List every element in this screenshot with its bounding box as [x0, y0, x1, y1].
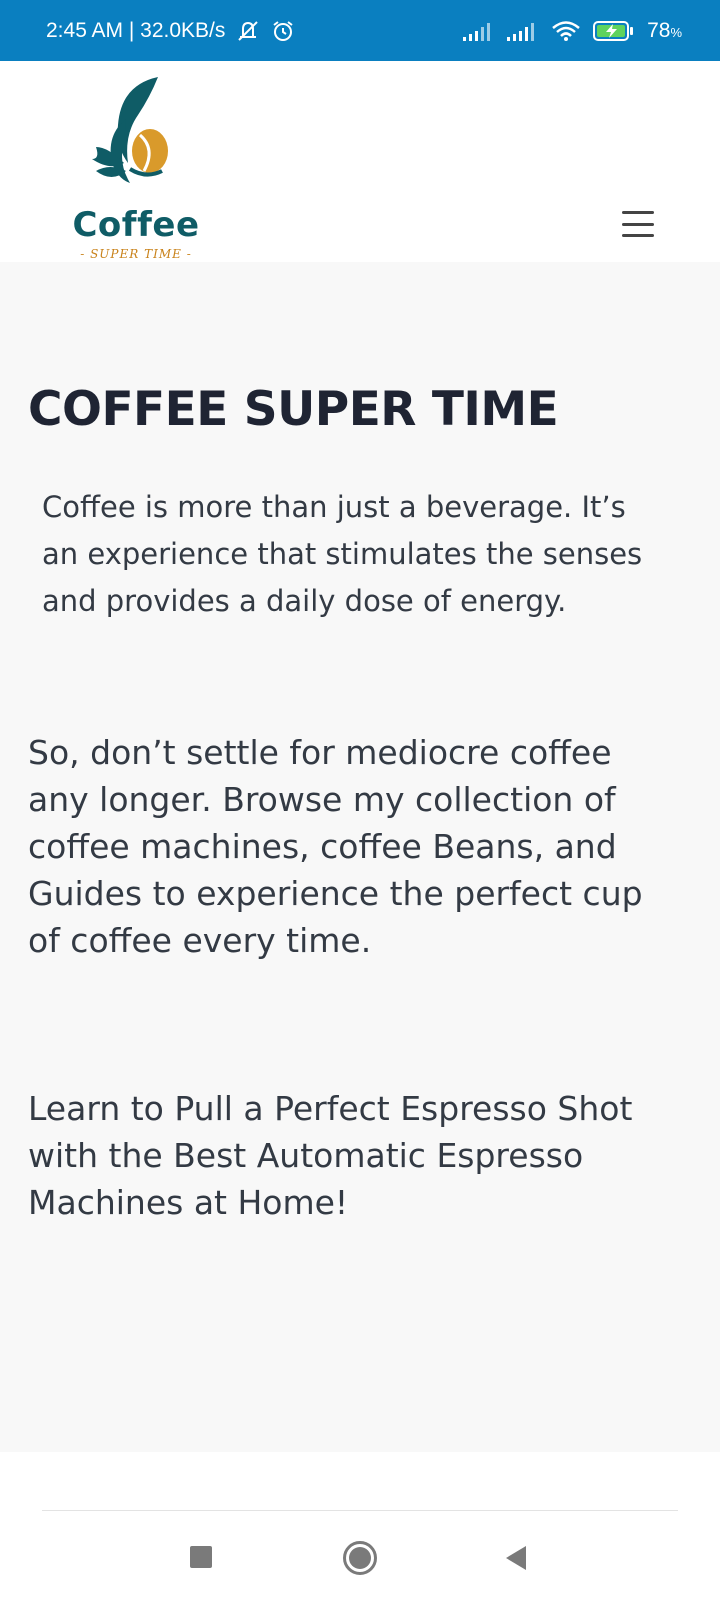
recents-icon[interactable] — [190, 1546, 212, 1568]
battery-unit: % — [670, 24, 682, 40]
intro-text: Coffee is more than just a beverage. It’… — [42, 490, 643, 618]
status-right: 78% — [463, 19, 682, 43]
body-paragraph: Learn to Pull a Perfect Espresso Shot wi… — [28, 1089, 633, 1222]
signal-icon — [507, 21, 539, 41]
back-icon[interactable] — [506, 1546, 526, 1570]
battery-percent: 78 — [647, 18, 671, 42]
divider — [42, 1510, 678, 1511]
status-left: 2:45 AM | 32.0KB/s — [46, 19, 295, 43]
menu-line — [622, 234, 654, 237]
main-content: COFFEE SUPER TIME Coffee is more than ju… — [0, 262, 720, 1452]
hamburger-menu-icon[interactable] — [616, 207, 660, 241]
wifi-icon — [551, 20, 581, 42]
body-paragraph: So, don’t settle for mediocre coffee any… — [28, 733, 643, 960]
coffee-leaf-logo-icon — [92, 77, 168, 183]
home-icon[interactable] — [343, 1541, 377, 1575]
page-title: COFFEE SUPER TIME — [28, 382, 559, 437]
alarm-icon — [271, 19, 295, 43]
site-header: Coffee - SUPER TIME - — [0, 61, 720, 262]
battery-charging-icon — [593, 20, 635, 42]
logo-tagline: - SUPER TIME - — [80, 247, 192, 261]
site-logo[interactable]: Coffee - SUPER TIME - — [66, 75, 206, 261]
status-bar: 2:45 AM | 32.0KB/s 78% — [0, 0, 720, 61]
logo-wordmark: Coffee — [72, 205, 200, 245]
system-navigation-bar — [0, 1520, 720, 1600]
status-time: 2:45 AM | 32.0KB/s — [46, 18, 226, 42]
mute-icon — [235, 19, 261, 43]
signal-icon — [463, 21, 495, 41]
battery-level: 78% — [647, 19, 682, 43]
menu-line — [622, 211, 654, 214]
menu-line — [622, 222, 654, 226]
